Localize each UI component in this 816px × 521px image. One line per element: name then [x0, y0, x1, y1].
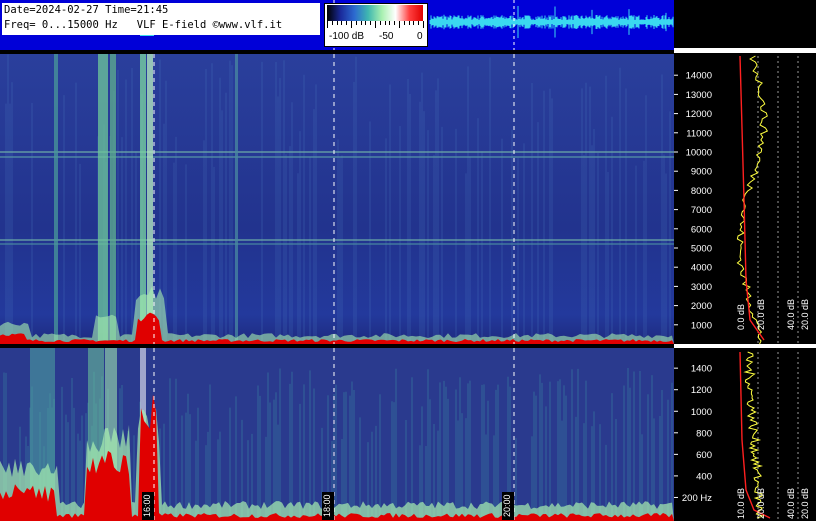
freq-tick-label: 4000	[691, 263, 712, 274]
spectrogram-lower	[0, 348, 674, 521]
colorbar-tick	[375, 21, 376, 28]
db-axis-label: 40.0 dB	[786, 488, 796, 519]
colorbar-tick	[355, 21, 357, 25]
colorbar-label-mid: -50	[379, 31, 394, 42]
burst-band	[110, 54, 116, 344]
colorbar-tick	[399, 21, 400, 28]
colorbar-gradient	[327, 5, 423, 21]
db-axis-label: 20.0 dB	[756, 488, 766, 519]
spectrogram-upper	[0, 54, 674, 344]
colorbar-tick	[336, 21, 338, 25]
time-label-2000: 20:00	[502, 492, 514, 520]
vlf-spectrogram-screen: Date=2024-02-27 Time=21:45 Freq= 0...150…	[0, 0, 816, 521]
freq-tick-label: 2000	[691, 301, 712, 312]
colorbar-tick	[351, 21, 352, 28]
freq-tick-label: 600	[696, 450, 712, 461]
db-axis-label: 20.0 dB	[800, 299, 810, 330]
freq-tick-label: 8000	[691, 186, 712, 197]
freq-tick-label: 1000	[691, 407, 712, 418]
colorbar-tick	[423, 21, 424, 28]
freq-tick-label: 13000	[686, 90, 712, 101]
colorbar-tick	[379, 21, 381, 25]
spectrum-panels: 1000 2000 3000 4000 5000 6000 7000 8000 9000 1000…	[674, 0, 816, 521]
freq-tick-label: 400	[696, 471, 712, 482]
freq-tick-label: 5000	[691, 244, 712, 255]
db-axis-label: 20.0 dB	[800, 488, 810, 519]
colorbar-tick	[331, 21, 333, 25]
db-axis-label: 20.0 dB	[756, 299, 766, 330]
freq-tick-label: 7000	[691, 205, 712, 216]
colorbar-tick	[394, 21, 396, 25]
burst-band	[98, 54, 108, 344]
colorbar-tick	[384, 21, 386, 25]
db-axis-label: 40.0 dB	[786, 299, 796, 330]
burst-band	[54, 54, 58, 344]
colorbar-tick	[360, 21, 362, 25]
freq-tick-label: 1400	[691, 364, 712, 375]
frequency-source-text: Freq= 0...15000 Hz VLF E-field ©www.vlf.…	[4, 19, 283, 31]
freq-tick-label: 12000	[686, 109, 712, 120]
date-time-text: Date=2024-02-27 Time=21:45	[4, 4, 169, 16]
colorbar-tick	[408, 21, 410, 25]
colorbar-tick	[327, 21, 328, 28]
freq-tick-label: 800	[696, 428, 712, 439]
colorbar-label-min: -100 dB	[329, 31, 365, 42]
colorbar-tick	[403, 21, 405, 25]
header-info-box: Date=2024-02-27 Time=21:45 Freq= 0...150…	[2, 3, 320, 35]
freq-tick-label: 11000	[686, 128, 712, 139]
freq-tick-label: 10000	[686, 148, 712, 159]
colorbar-tick	[418, 21, 420, 25]
colorbar-tick	[370, 21, 372, 25]
freq-tick-label: 9000	[691, 167, 712, 178]
burst-band	[235, 54, 238, 344]
time-label-1600: 16:00	[142, 492, 154, 520]
freq-tick-label: 200 Hz	[682, 493, 712, 504]
colorbar-tick	[413, 21, 415, 25]
time-label-1800: 18:00	[322, 492, 334, 520]
db-axis-label: 10.0 dB	[736, 488, 746, 519]
colorbar-tick	[389, 21, 391, 25]
freq-tick-label: 6000	[691, 224, 712, 235]
freq-tick-label: 3000	[691, 282, 712, 293]
colorbar-legend: -100 dB -50 0	[324, 3, 428, 47]
db-axis-label: 0.0 dB	[736, 304, 746, 330]
freq-tick-label: 1200	[691, 385, 712, 396]
freq-tick-label: 14000	[686, 71, 712, 82]
colorbar-tick	[341, 21, 343, 25]
colorbar-tick	[346, 21, 348, 25]
colorbar-label-max: 0	[417, 31, 423, 42]
colorbar-tick	[365, 21, 367, 25]
freq-tick-label: 1000	[691, 320, 712, 331]
